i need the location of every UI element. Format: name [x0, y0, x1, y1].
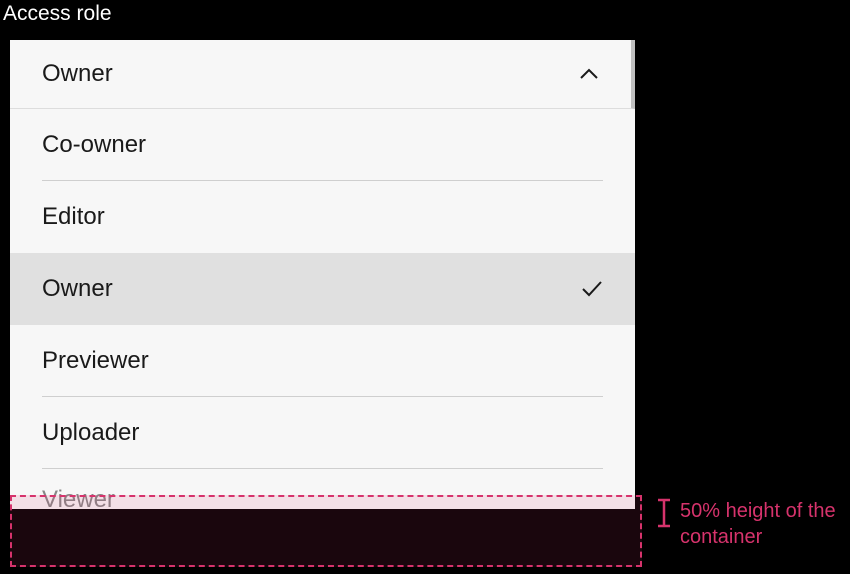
access-role-dropdown: Owner Co-owner Editor Owner Previewer Up… [10, 40, 635, 509]
check-icon [581, 278, 603, 300]
option-label: Viewer [42, 486, 115, 509]
option-label: Owner [42, 275, 113, 303]
option-label: Previewer [42, 347, 149, 375]
field-label: Access role [0, 0, 850, 34]
annotation-text: 50% height of the container [680, 498, 840, 550]
option-label: Editor [42, 203, 105, 231]
annotation-measure: 50% height of the container [656, 498, 840, 550]
dropdown-option-viewer[interactable]: Viewer [10, 469, 635, 509]
option-label: Co-owner [42, 131, 146, 159]
dropdown-toggle[interactable]: Owner [10, 40, 635, 109]
chevron-up-icon [579, 64, 599, 84]
dropdown-option-editor[interactable]: Editor [10, 181, 635, 253]
dropdown-option-uploader[interactable]: Uploader [10, 397, 635, 469]
dropdown-option-previewer[interactable]: Previewer [10, 325, 635, 397]
dropdown-option-co-owner[interactable]: Co-owner [10, 109, 635, 181]
measure-indicator-icon [656, 498, 672, 528]
dropdown-menu: Co-owner Editor Owner Previewer Uploader… [10, 109, 635, 509]
option-label: Uploader [42, 419, 139, 447]
dropdown-option-owner[interactable]: Owner [10, 253, 635, 325]
dropdown-selected-value: Owner [42, 60, 113, 88]
